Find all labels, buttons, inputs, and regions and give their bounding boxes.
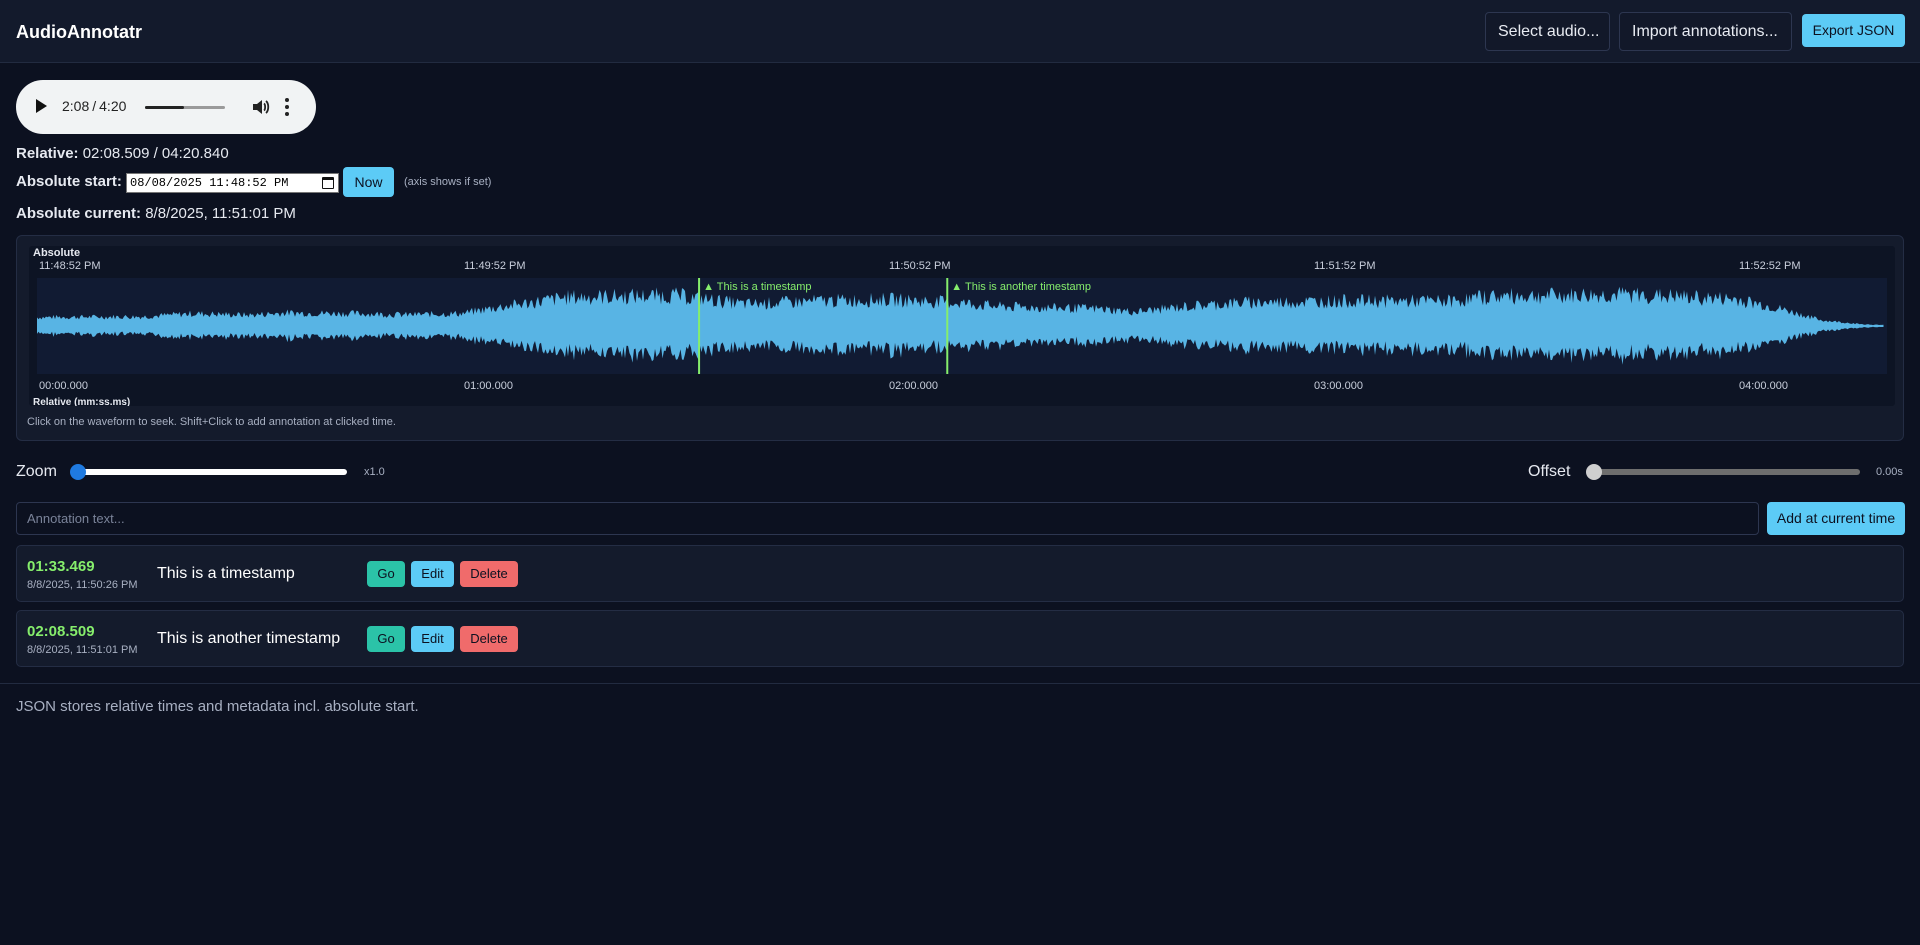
delete-button[interactable]: Delete	[460, 626, 518, 652]
annotation-text-input[interactable]	[16, 502, 1759, 535]
delete-button[interactable]: Delete	[460, 561, 518, 587]
offset-value: 0.00s	[1876, 466, 1903, 478]
top-axis-tick-label: 11:49:52 PM	[464, 260, 526, 272]
footer-text: JSON stores relative times and metadata …	[16, 698, 419, 715]
go-button[interactable]: Go	[367, 561, 405, 587]
current-time: 2:08	[62, 98, 90, 114]
offset-slider-thumb[interactable]	[1586, 464, 1602, 480]
annotation-absolute-time: 8/8/2025, 11:51:01 PM	[27, 644, 138, 656]
go-button[interactable]: Go	[367, 626, 405, 652]
annotation-text: This is another timestamp	[157, 630, 341, 647]
bottom-axis-tick-label: 02:00.000	[889, 380, 938, 392]
edit-button[interactable]: Edit	[411, 626, 454, 652]
time-separator: /	[92, 98, 97, 114]
progress-bar[interactable]	[145, 106, 225, 109]
absolute-start-label: Absolute start:	[16, 173, 122, 190]
absolute-current-value: 8/8/2025, 11:51:01 PM	[145, 205, 296, 222]
relative-value: 02:08.509 / 04:20.840	[82, 145, 229, 162]
offset-label: Offset	[1528, 463, 1571, 480]
footer-divider	[0, 683, 1920, 684]
bottom-axis-tick-label: 03:00.000	[1314, 380, 1363, 392]
bottom-axis-tick-label: 04:00.000	[1739, 380, 1788, 392]
relative-time-line: Relative: 02:08.509 / 04:20.840	[16, 145, 229, 162]
app-title: AudioAnnotatr	[16, 22, 142, 42]
annotation-row: 01:33.469 8/8/2025, 11:50:26 PM This is …	[16, 545, 1904, 602]
calendar-icon[interactable]	[322, 177, 334, 189]
annotation-relative-time: 01:33.469	[27, 558, 95, 575]
annotation-relative-time: 02:08.509	[27, 623, 95, 640]
top-axis-tick-label: 11:48:52 PM	[39, 260, 101, 272]
progress-fill	[145, 106, 185, 109]
waveform-hint: Click on the waveform to seek. Shift+Cli…	[27, 416, 396, 428]
waveform-canvas[interactable]: Absolute 11:48:52 PM 11:49:52 PM 11:50:52 P…	[29, 246, 1895, 406]
absolute-current-label: Absolute current:	[16, 205, 142, 222]
zoom-value: x1.0	[364, 466, 385, 478]
add-at-current-time-button[interactable]: Add at current time	[1767, 502, 1905, 535]
annotation-marker-label: ▲ This is a timestamp	[703, 281, 812, 293]
absolute-start-value: 08/08/2025 11:48:52 PM	[130, 176, 289, 190]
bottom-axis-title: Relative (mm:ss.ms)	[33, 397, 130, 406]
zoom-slider-thumb[interactable]	[70, 464, 86, 480]
absolute-start-input[interactable]: 08/08/2025 11:48:52 PM	[126, 173, 339, 193]
more-options-icon[interactable]	[285, 98, 289, 116]
top-axis-tick-label: 11:51:52 PM	[1314, 260, 1376, 272]
relative-label: Relative:	[16, 145, 79, 162]
select-audio-button[interactable]: Select audio...	[1485, 12, 1610, 51]
bottom-axis-tick-label: 01:00.000	[464, 380, 513, 392]
zoom-label: Zoom	[16, 463, 57, 480]
axis-note: (axis shows if set)	[404, 176, 492, 188]
now-button[interactable]: Now	[343, 167, 394, 197]
audio-player: 2:08/4:20	[16, 80, 316, 134]
time-display: 2:08/4:20	[62, 98, 126, 114]
top-axis-tick-label: 11:52:52 PM	[1739, 260, 1801, 272]
bottom-axis-tick-label: 00:00.000	[39, 380, 88, 392]
annotation-absolute-time: 8/8/2025, 11:50:26 PM	[27, 579, 138, 591]
top-axis-title: Absolute	[33, 247, 80, 259]
top-axis-tick-label: 11:50:52 PM	[889, 260, 951, 272]
play-icon[interactable]	[36, 99, 47, 113]
offset-slider[interactable]	[1586, 464, 1860, 480]
waveform-svg[interactable]: Absolute11:48:52 PM 11:49:52 PM 11:50:52 P…	[29, 246, 1895, 406]
app-header: AudioAnnotatr Select audio... Import ann…	[0, 0, 1920, 63]
import-annotations-button[interactable]: Import annotations...	[1619, 12, 1792, 51]
annotation-row: 02:08.509 8/8/2025, 11:51:01 PM This is …	[16, 610, 1904, 667]
volume-icon[interactable]	[250, 97, 270, 117]
absolute-current-line: Absolute current: 8/8/2025, 11:51:01 PM	[16, 205, 296, 222]
duration-time: 4:20	[99, 98, 127, 114]
edit-button[interactable]: Edit	[411, 561, 454, 587]
annotation-marker-label: ▲ This is another timestamp	[951, 281, 1091, 293]
waveform-panel: Absolute 11:48:52 PM 11:49:52 PM 11:50:52 P…	[16, 235, 1904, 441]
zoom-slider[interactable]	[70, 464, 347, 480]
export-json-button[interactable]: Export JSON	[1802, 14, 1905, 47]
annotation-text: This is a timestamp	[157, 565, 295, 582]
